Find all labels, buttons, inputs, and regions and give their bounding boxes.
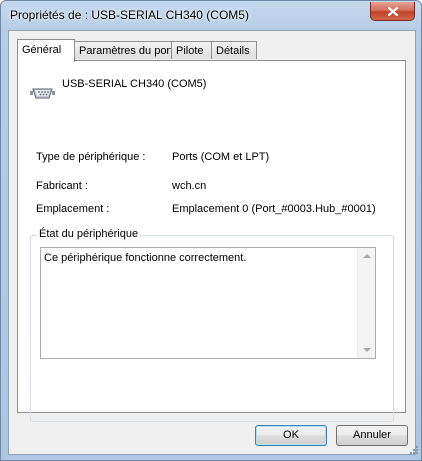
close-button[interactable] — [370, 2, 415, 21]
status-scrollbar[interactable] — [357, 248, 375, 358]
tab-general-label: Général — [22, 44, 62, 56]
close-icon — [387, 6, 398, 16]
tab-details[interactable]: Détails — [211, 41, 257, 59]
device-type-value: Ports (COM et LPT) — [172, 151, 270, 163]
properties-dialog: Propriétés de : USB-SERIAL CH340 (COM5) … — [0, 0, 422, 461]
general-panel: USB-SERIAL CH340 (COM5) Type de périphér… — [17, 60, 406, 422]
device-type-label: Type de périphérique : — [36, 151, 146, 163]
title-bar[interactable]: Propriétés de : USB-SERIAL CH340 (COM5) — [1, 1, 421, 29]
tab-driver[interactable]: Pilote — [171, 41, 212, 59]
location-value: Emplacement 0 (Port_#0003.Hub_#0001) — [172, 203, 376, 215]
tab-port-settings[interactable]: Paramètres du port — [74, 41, 174, 59]
manufacturer-value: wch.cn — [172, 180, 207, 192]
tab-port-settings-label: Paramètres du port — [79, 45, 174, 57]
window-title: Propriétés de : USB-SERIAL CH340 (COM5) — [10, 8, 249, 22]
cancel-button[interactable]: Annuler — [336, 425, 408, 446]
tab-general[interactable]: Général — [17, 39, 75, 62]
tab-driver-label: Pilote — [176, 45, 204, 57]
ok-button[interactable]: OK — [255, 425, 327, 446]
serial-port-icon — [30, 85, 56, 106]
resize-grip-icon[interactable] — [409, 445, 419, 458]
tab-strip: Général Paramètres du port Pilote Détail… — [17, 39, 407, 62]
dialog-client-area: Général Paramètres du port Pilote Détail… — [8, 30, 416, 455]
device-status-group: État du périphérique Ce périphérique fon… — [30, 228, 394, 422]
location-label: Emplacement : — [36, 203, 110, 215]
device-status-text: Ce périphérique fonctionne correctement. — [44, 252, 247, 264]
scroll-up-icon[interactable] — [363, 254, 371, 258]
tab-details-label: Détails — [216, 45, 250, 57]
scroll-down-icon[interactable] — [363, 348, 371, 352]
device-status-textbox[interactable]: Ce périphérique fonctionne correctement. — [40, 247, 376, 359]
device-status-legend: État du périphérique — [37, 228, 141, 240]
device-name: USB-SERIAL CH340 (COM5) — [62, 78, 207, 90]
manufacturer-label: Fabricant : — [36, 180, 88, 192]
